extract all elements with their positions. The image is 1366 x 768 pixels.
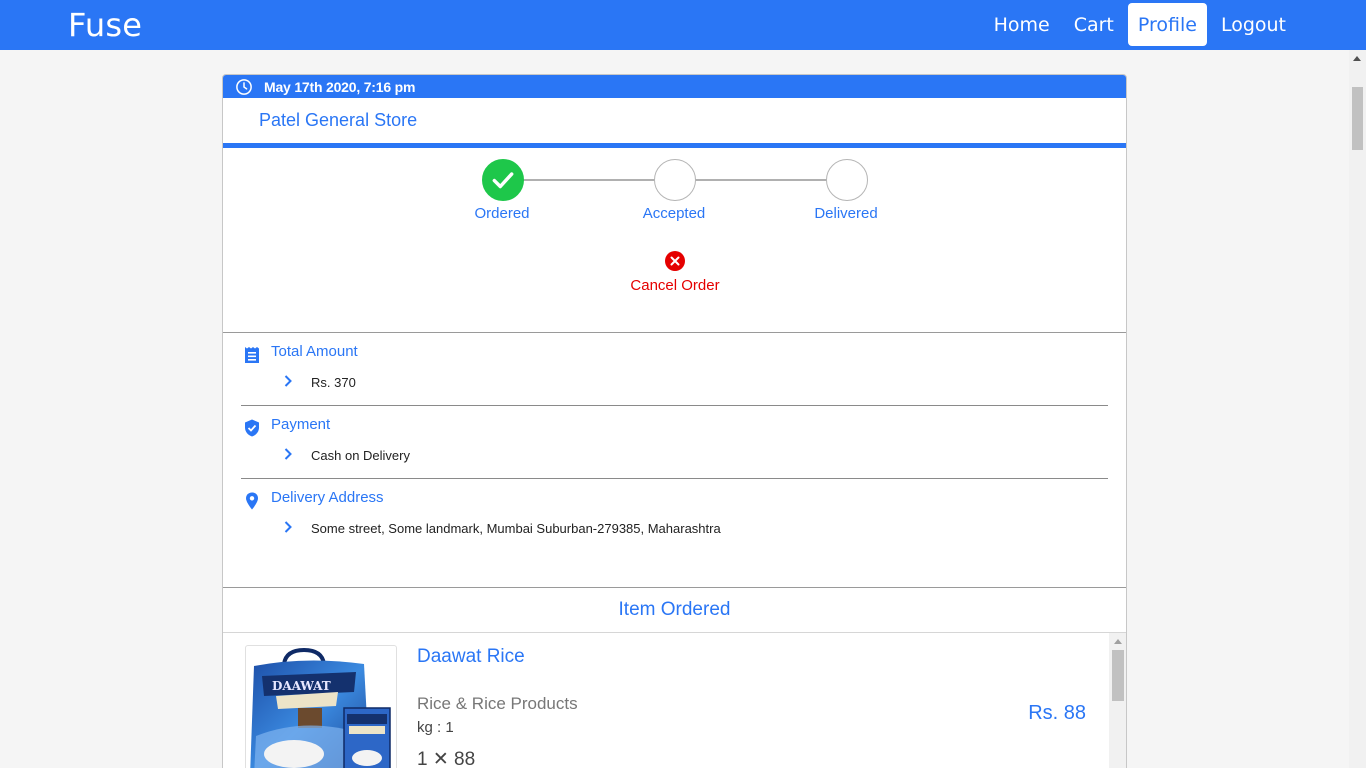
detail-value: Some street, Some landmark, Mumbai Subur… (311, 521, 721, 536)
detail-total-amount: Total Amount Rs. 370 (241, 333, 1108, 406)
items-scrollbar[interactable] (1109, 633, 1126, 768)
chevron-right-icon (284, 375, 292, 387)
step-ordered-circle (482, 159, 524, 201)
navbar: Fuse Home Cart Profile Logout (0, 0, 1366, 50)
order-timestamp-bar: May 17th 2020, 7:16 pm (223, 75, 1126, 98)
chevron-right-icon (284, 448, 292, 460)
cancel-icon[interactable] (665, 251, 685, 271)
product-image: DAAWAT (245, 645, 397, 768)
store-name-text: Patel General Store (259, 110, 418, 130)
chevron-right-icon (284, 521, 292, 533)
detail-delivery-address: Delivery Address Some street, Some landm… (241, 479, 1108, 587)
svg-text:DAAWAT: DAAWAT (272, 679, 331, 693)
detail-payment: Payment Cash on Delivery (241, 406, 1108, 479)
detail-value: Cash on Delivery (311, 448, 410, 463)
scroll-up-icon[interactable] (1353, 56, 1361, 61)
scrollbar-thumb[interactable] (1112, 650, 1124, 701)
product-quantity: kg : 1 (417, 719, 454, 736)
nav-logout[interactable]: Logout (1211, 3, 1296, 46)
order-timestamp: May 17th 2020, 7:16 pm (264, 78, 416, 95)
checkmark-icon (492, 172, 514, 189)
items-header-text: Item Ordered (618, 599, 731, 620)
step-accepted-circle (654, 159, 696, 201)
brand-logo[interactable]: Fuse (68, 6, 142, 44)
scrollbar-thumb[interactable] (1352, 87, 1363, 150)
detail-title: Delivery Address (271, 489, 384, 506)
items-list: DAAWAT Daawat Rice Rice & Rice Products … (223, 633, 1126, 768)
nav-profile[interactable]: Profile (1127, 3, 1207, 46)
progress-line (695, 179, 827, 181)
step-delivered-circle (826, 159, 868, 201)
step-accepted-label: Accepted (642, 205, 706, 222)
order-progress-tracker: Ordered Accepted Delivered Cancel Order (223, 148, 1126, 333)
product-price: Rs. 88 (1028, 702, 1086, 724)
detail-title: Payment (271, 416, 331, 433)
shield-check-icon (245, 419, 259, 437)
page-scrollbar[interactable] (1349, 50, 1366, 768)
product-category: Rice & Rice Products (417, 694, 578, 713)
clock-icon (236, 78, 252, 95)
nav-links: Home Cart Profile Logout (984, 3, 1296, 46)
order-details: Total Amount Rs. 370 Payment Cash on Del… (223, 333, 1126, 587)
product-name[interactable]: Daawat Rice (417, 646, 525, 668)
detail-value: Rs. 370 (311, 375, 356, 390)
step-delivered-label: Delivered (814, 205, 878, 222)
store-name: Patel General Store (223, 98, 1126, 148)
receipt-icon (245, 347, 259, 363)
cancel-order-button[interactable]: Cancel Order (615, 277, 735, 294)
location-pin-icon (246, 492, 258, 510)
step-ordered-label: Ordered (474, 205, 530, 222)
scroll-up-icon[interactable] (1114, 639, 1122, 644)
progress-line (523, 179, 655, 181)
items-header: Item Ordered (223, 587, 1126, 633)
nav-home[interactable]: Home (984, 3, 1060, 46)
detail-title: Total Amount (271, 343, 358, 360)
nav-cart[interactable]: Cart (1064, 3, 1124, 46)
rice-bag-image: DAAWAT (250, 647, 391, 768)
order-card: May 17th 2020, 7:16 pm Patel General Sto… (222, 74, 1127, 768)
product-multiplier: 1 ✕ 88 (417, 749, 476, 768)
